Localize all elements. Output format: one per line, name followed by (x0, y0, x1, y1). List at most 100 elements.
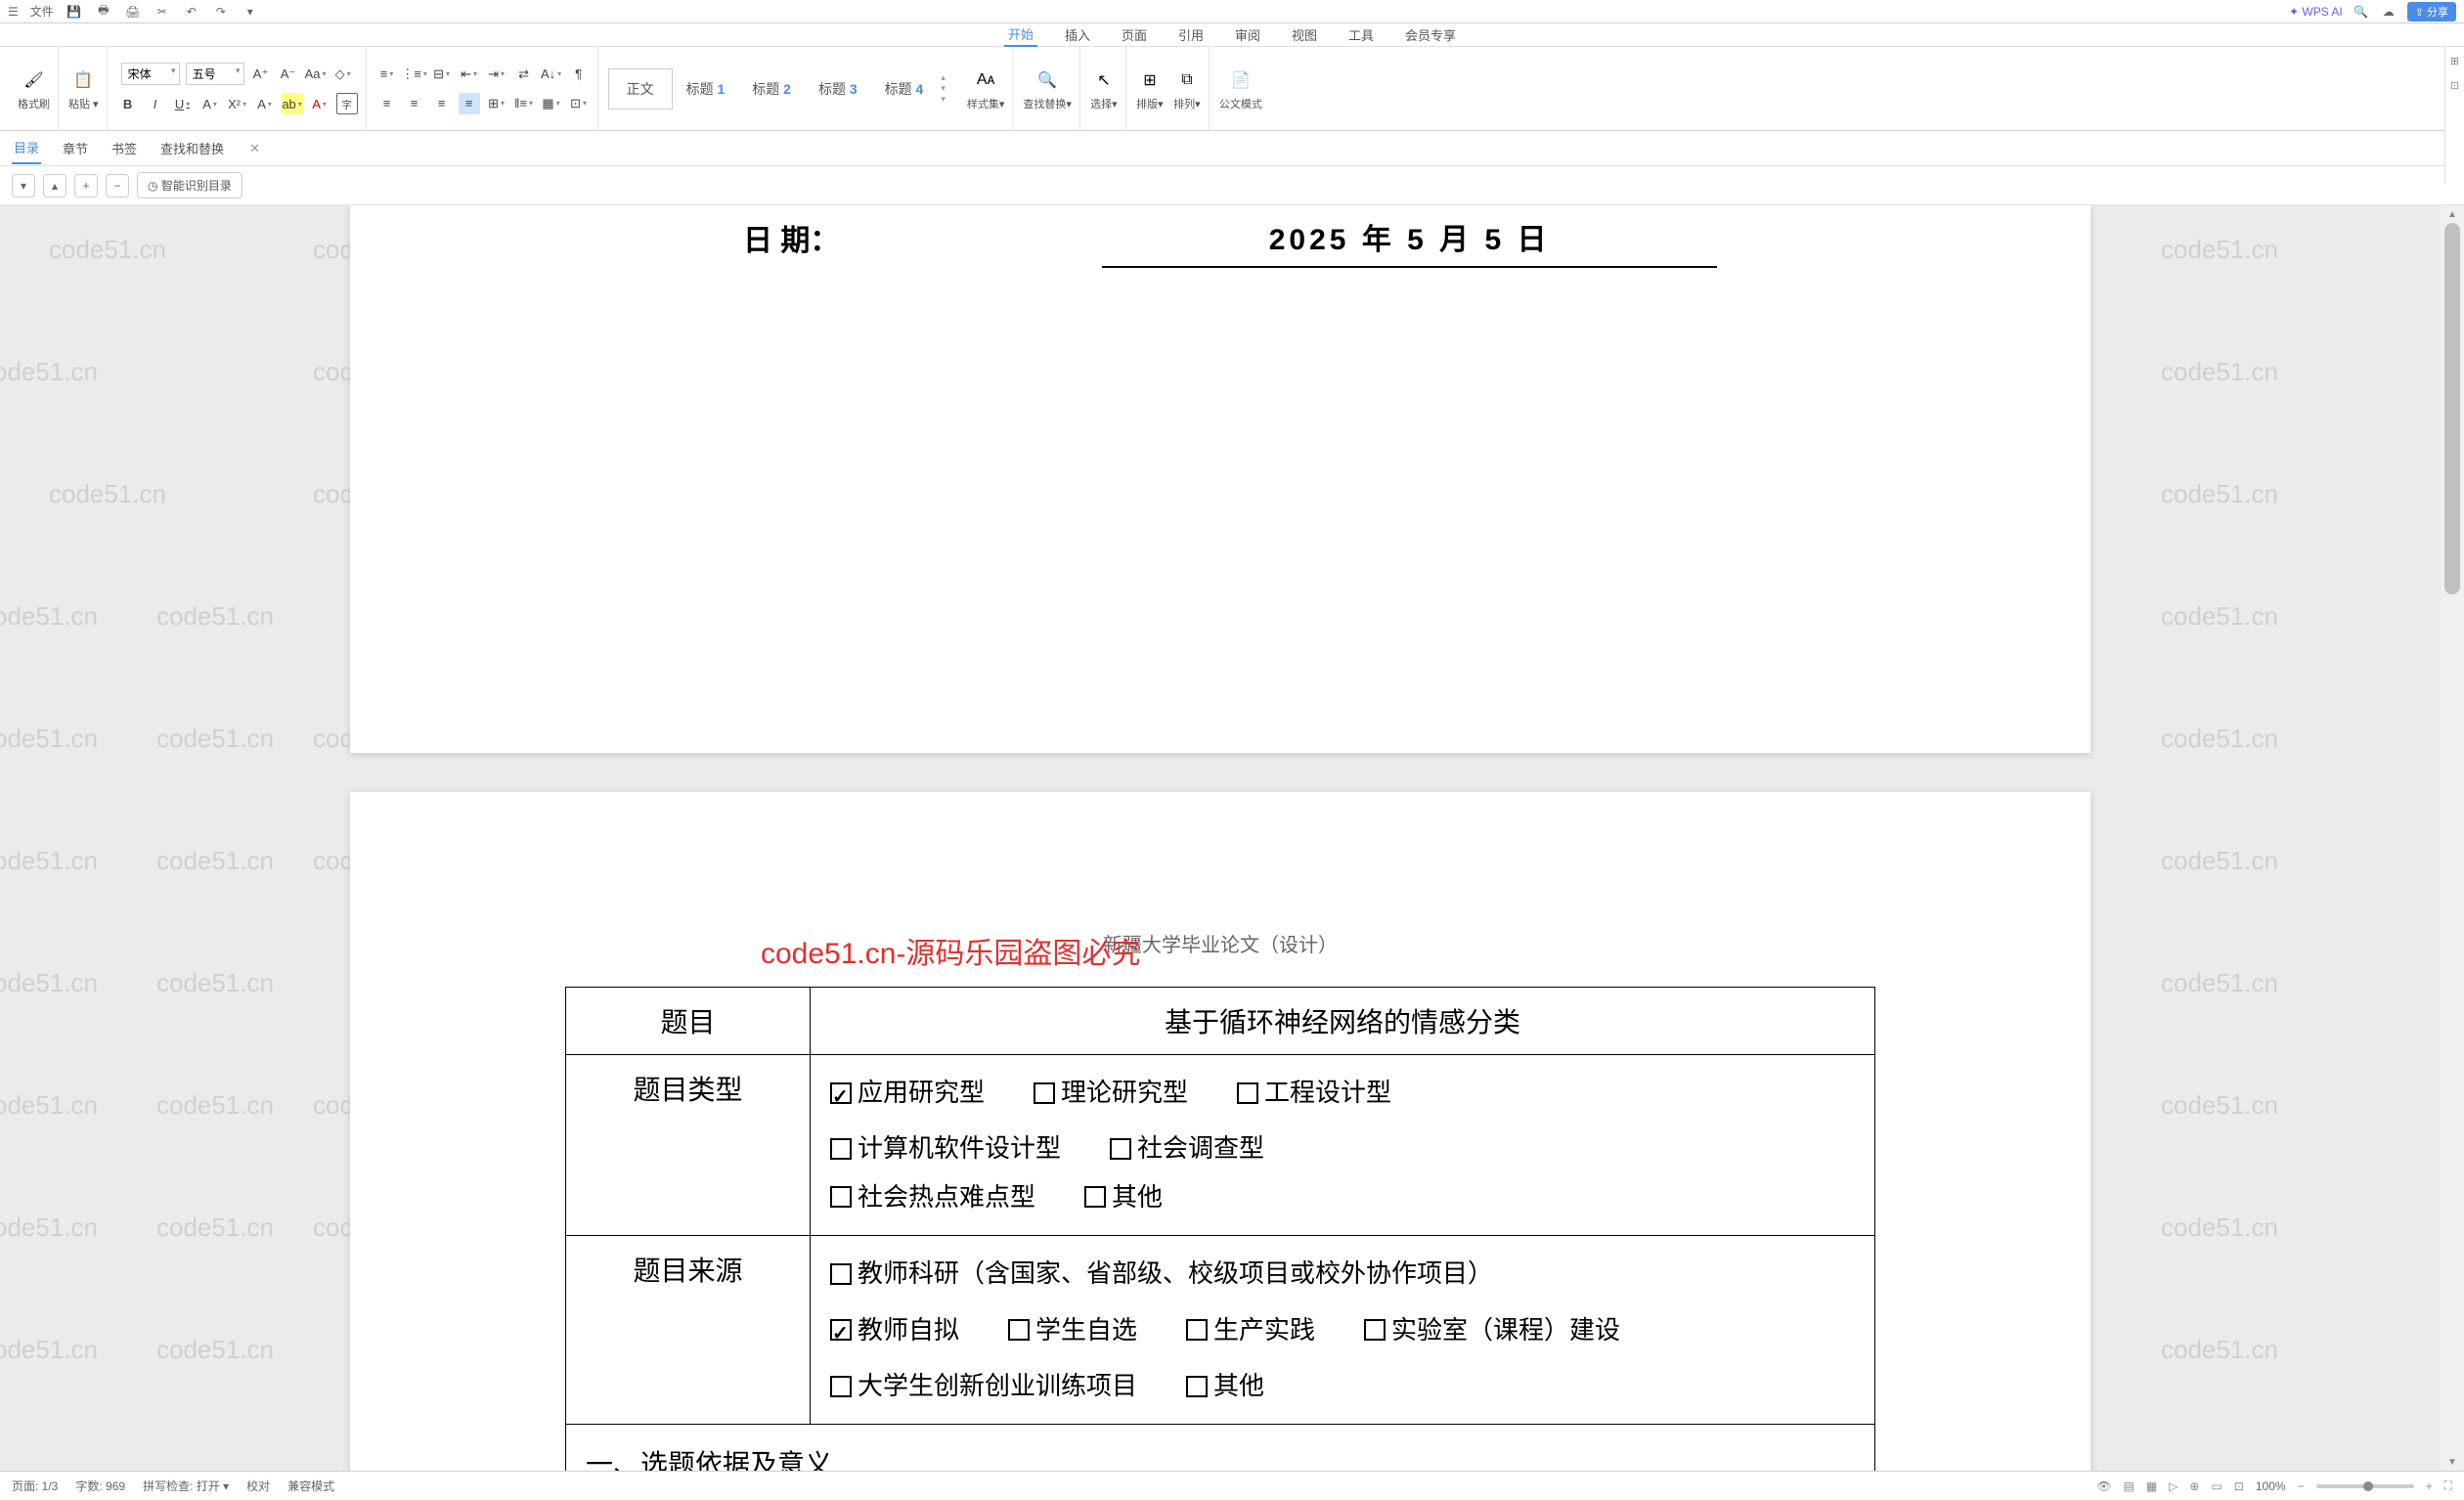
print-preview-icon[interactable]: 🖨 (124, 3, 142, 21)
align-left-button[interactable]: ≡ (376, 93, 398, 114)
style-heading3[interactable]: 标题 3 (805, 69, 871, 109)
cb-research[interactable]: 教师科研（含国家、省部级、校级项目或校外协作项目） (830, 1250, 1493, 1298)
fullscreen-icon[interactable]: ⛶ (2444, 1478, 2452, 1493)
tab-start[interactable]: 开始 (1004, 22, 1037, 47)
view-web-icon[interactable]: ⊕ (2189, 1479, 2199, 1493)
show-marks-button[interactable]: ¶ (568, 64, 590, 85)
file-menu[interactable]: 文件 (30, 3, 54, 20)
subtab-close-icon[interactable]: ✕ (249, 141, 260, 156)
numbering-button[interactable]: ⋮≡ (404, 64, 425, 85)
side-item-1[interactable]: ⊞ (2450, 55, 2459, 67)
status-proofread[interactable]: 校对 (246, 1478, 270, 1494)
tab-marker-button[interactable]: ⇄ (513, 64, 535, 85)
find-replace-button[interactable]: 🔍 查找替换▾ (1023, 66, 1072, 111)
subtab-find-replace[interactable]: 查找和替换 (158, 133, 226, 163)
sort-button[interactable]: A↓ (541, 64, 562, 85)
line-spacing-button[interactable]: ‖≡ (513, 93, 535, 114)
dropdown-icon[interactable]: ▾ (242, 3, 259, 21)
strike-button[interactable]: A (199, 93, 221, 114)
style-scroll[interactable]: ▴▾▾ (937, 72, 949, 105)
hamburger-menu-icon[interactable]: ☰ (8, 5, 19, 19)
arrange-button[interactable]: ⧉ 排列▾ (1173, 66, 1201, 111)
cb-theory[interactable]: 理论研究型 (1034, 1069, 1188, 1117)
status-spellcheck[interactable]: 拼写检查: 打开 ▾ (143, 1478, 229, 1494)
smart-toc-button[interactable]: ◷ 智能识别目录 (137, 172, 242, 199)
paste-button[interactable]: 📋 粘贴 ▾ (68, 66, 99, 111)
select-button[interactable]: ↖ 选择▾ (1090, 66, 1118, 111)
superscript-button[interactable]: X² (227, 93, 248, 114)
borders-button[interactable]: ⊡ (568, 93, 590, 114)
tab-insert[interactable]: 插入 (1061, 23, 1094, 46)
document-area[interactable]: code51.cn code51.cn code51.cn code51.cn … (0, 205, 2441, 1471)
cb-innovation[interactable]: 大学生创新创业训练项目 (830, 1362, 1137, 1410)
status-page[interactable]: 页面: 1/3 (12, 1478, 58, 1494)
align-center-button[interactable]: ≡ (404, 93, 425, 114)
tab-reference[interactable]: 引用 (1174, 23, 1208, 46)
view-read-icon[interactable]: ▭ (2211, 1479, 2222, 1493)
distribute-button[interactable]: ⊞ (486, 93, 507, 114)
zoom-in-button[interactable]: + (2426, 1479, 2433, 1493)
status-compat[interactable]: 兼容模式 (287, 1478, 334, 1494)
scroll-up-icon[interactable]: ▲ (2441, 205, 2464, 223)
print-icon[interactable]: 🖶 (95, 3, 112, 21)
underline-button[interactable]: U (172, 93, 194, 114)
bold-button[interactable]: B (117, 93, 139, 114)
scissors-icon[interactable]: ✂ (154, 3, 171, 21)
scroll-down-icon[interactable]: ▼ (2441, 1453, 2464, 1471)
font-color-button[interactable]: A (309, 93, 330, 114)
bullets-button[interactable]: ≡ (376, 64, 398, 85)
shading-button[interactable]: ▦ (541, 93, 562, 114)
view-outline-icon[interactable]: ▦ (2146, 1479, 2157, 1493)
clear-format-button[interactable]: ◇ (332, 64, 354, 85)
save-icon[interactable]: 💾 (66, 3, 83, 21)
tab-tools[interactable]: 工具 (1344, 23, 1378, 46)
style-heading2[interactable]: 标题 2 (738, 69, 805, 109)
multilevel-button[interactable]: ⊟ (431, 64, 453, 85)
format-painter-button[interactable]: 🖌 格式刷 (18, 66, 50, 111)
subtab-toc[interactable]: 目录 (12, 132, 41, 164)
expand-button[interactable]: ▴ (43, 174, 66, 198)
add-button[interactable]: + (74, 174, 98, 198)
cb-lab[interactable]: 实验室（课程）建设 (1364, 1306, 1620, 1354)
undo-icon[interactable]: ↶ (183, 3, 200, 21)
cb-software[interactable]: 计算机软件设计型 (830, 1125, 1061, 1172)
side-item-2[interactable]: ⊡ (2450, 79, 2459, 92)
search-icon[interactable]: 🔍 (2353, 3, 2370, 21)
style-heading4[interactable]: 标题 4 (871, 69, 938, 109)
font-name-select[interactable]: 宋体 (121, 63, 180, 85)
italic-button[interactable]: I (145, 93, 166, 114)
cb-hotspot[interactable]: 社会热点难点型 (830, 1173, 1035, 1221)
align-right-button[interactable]: ≡ (431, 93, 453, 114)
cloud-icon[interactable]: ☁ (2380, 3, 2398, 21)
style-heading1[interactable]: 标题 1 (673, 69, 739, 109)
tab-view[interactable]: 视图 (1288, 23, 1321, 46)
cb-teacher-self[interactable]: 教师自拟 (830, 1306, 959, 1354)
zoom-out-button[interactable]: − (2298, 1479, 2305, 1493)
scroll-track[interactable] (2441, 223, 2464, 1453)
font-shrink-button[interactable]: A⁻ (278, 64, 299, 85)
font-size-select[interactable]: 五号 (186, 63, 244, 85)
view-play-icon[interactable]: ▷ (2169, 1479, 2178, 1493)
indent-inc-button[interactable]: ⇥ (486, 64, 507, 85)
tab-member[interactable]: 会员专享 (1401, 23, 1460, 46)
cb-other-type[interactable]: 其他 (1084, 1173, 1163, 1221)
font-grow-button[interactable]: A⁺ (250, 64, 272, 85)
scroll-thumb[interactable] (2444, 223, 2460, 595)
highlight-button[interactable]: ab (282, 93, 303, 114)
cb-survey[interactable]: 社会调查型 (1110, 1125, 1264, 1172)
view-page-icon[interactable]: ▤ (2123, 1479, 2134, 1493)
zoom-value[interactable]: 100% (2256, 1479, 2286, 1493)
vertical-scrollbar[interactable]: ▲ ▼ (2441, 205, 2464, 1471)
share-button[interactable]: ⇪ 分享 (2407, 2, 2456, 22)
status-words[interactable]: 字数: 969 (75, 1478, 125, 1494)
cb-practice[interactable]: 生产实践 (1186, 1306, 1315, 1354)
subscript-button[interactable]: A (254, 93, 276, 114)
redo-icon[interactable]: ↷ (212, 3, 230, 21)
official-mode-button[interactable]: 📄 公文模式 (1219, 66, 1262, 111)
char-border-button[interactable]: 字 (336, 93, 358, 114)
remove-button[interactable]: − (106, 174, 129, 198)
zoom-slider[interactable] (2316, 1484, 2414, 1488)
view-eye-icon[interactable]: 👁 (2096, 1479, 2111, 1493)
style-body-text[interactable]: 正文 (608, 68, 673, 110)
tab-page[interactable]: 页面 (1118, 23, 1151, 46)
